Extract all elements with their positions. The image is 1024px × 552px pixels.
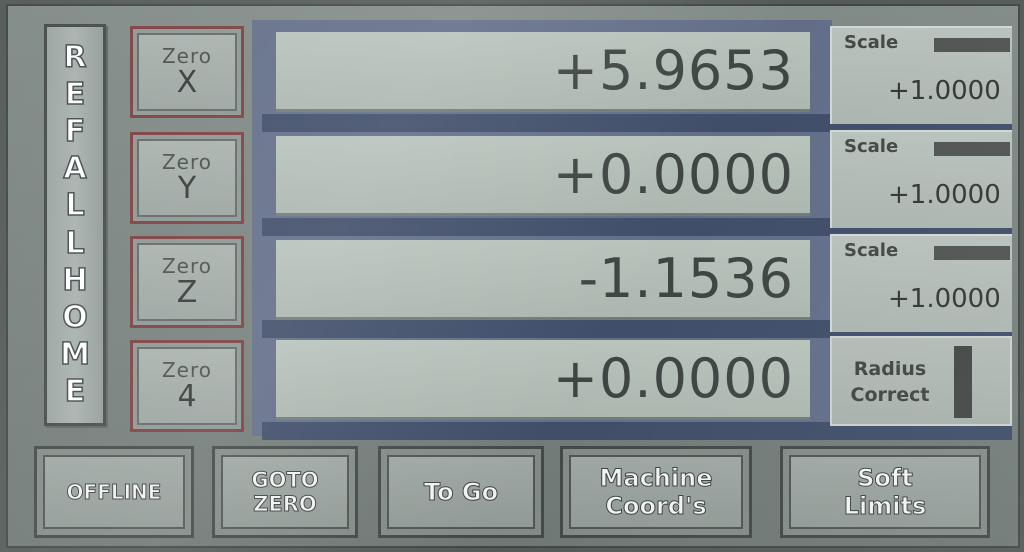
ref-all-home-letter: R [63,39,88,75]
scale-led-icon [934,38,1010,52]
goto-zero-button[interactable]: GOTO ZERO [212,446,358,538]
offline-label: OFFLINE [66,480,162,505]
scale-led-icon [934,246,1010,260]
scale-led-icon [934,142,1010,156]
dro-y[interactable]: +0.0000 [276,136,810,216]
offline-button[interactable]: OFFLINE [34,446,194,538]
soft-limits-button[interactable]: Soft Limits [780,446,990,538]
scale-label: Scale [844,240,899,261]
ref-all-home-button[interactable]: R E F A L L H O M E [44,24,106,426]
ref-all-home-letter: O [61,299,88,335]
goto-zero-label: GOTO ZERO [251,468,319,517]
ref-all-home-letter: A [63,151,88,187]
scale-value: +1.0000 [888,76,1001,106]
axis-label: Z [176,275,198,310]
scale-y[interactable]: Scale +1.0000 [830,130,1012,228]
scale-x[interactable]: Scale +1.0000 [830,26,1012,124]
dro-z[interactable]: -1.1536 [276,240,810,320]
machine-coords-label: Machine Coord's [599,464,713,521]
axis-label: 4 [177,379,197,414]
zero-x-button[interactable]: Zero X [130,26,244,118]
axis-label: Y [177,171,197,206]
zero-label: Zero [161,44,213,68]
ref-all-home-letter: L [65,188,86,224]
dro-y-value: +0.0000 [552,143,794,206]
ref-all-home-letter: L [65,225,86,261]
dro-x-value: +5.9653 [552,39,794,102]
radius-correct-label: Radius Correct [850,358,930,406]
scale-value: +1.0000 [888,284,1001,314]
scale-label: Scale [844,136,899,157]
zero-label: Zero [161,150,213,174]
zero-y-button[interactable]: Zero Y [130,132,244,224]
radius-led-icon [954,346,972,418]
dro-4-value: +0.0000 [552,347,794,410]
scale-value: +1.0000 [888,180,1001,210]
ref-all-home-letter: M [59,337,90,373]
dro-4[interactable]: +0.0000 [276,340,810,420]
scale-z[interactable]: Scale +1.0000 [830,234,1012,332]
ref-all-home-letter: E [64,374,86,410]
machine-coords-button[interactable]: Machine Coord's [560,446,752,538]
to-go-label: To Go [423,478,499,507]
radius-correct-button[interactable]: Radius Correct [830,336,1012,426]
dro-z-value: -1.1536 [578,247,794,310]
scale-label: Scale [844,32,899,53]
to-go-button[interactable]: To Go [378,446,544,538]
ref-all-home-letter: E [64,76,86,112]
zero-label: Zero [161,254,213,278]
soft-limits-label: Soft Limits [843,464,927,521]
dro-x[interactable]: +5.9653 [276,32,810,112]
zero-4-button[interactable]: Zero 4 [130,340,244,432]
ref-all-home-letter: F [64,113,86,149]
zero-label: Zero [161,358,213,382]
axis-label: X [176,65,198,100]
zero-z-button[interactable]: Zero Z [130,236,244,328]
ref-all-home-letter: H [62,262,89,298]
